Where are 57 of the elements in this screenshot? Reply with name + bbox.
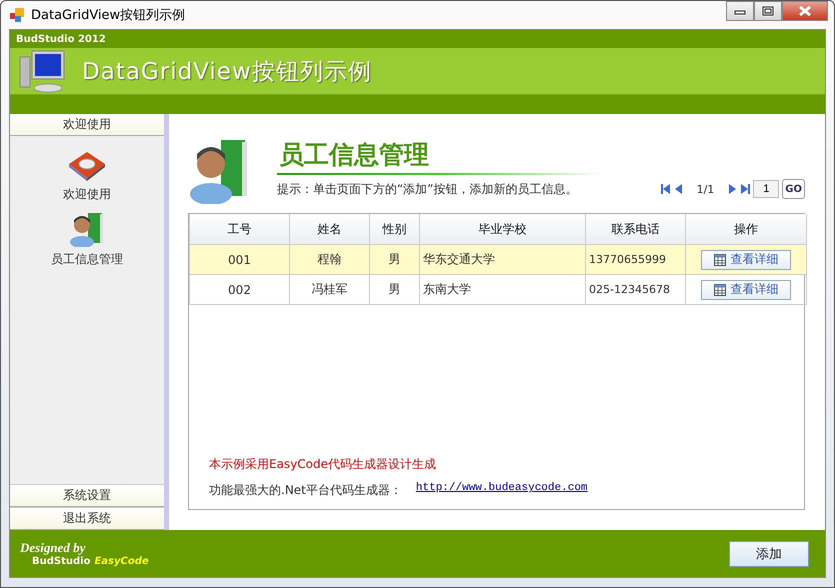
- first-page-button[interactable]: [660, 183, 671, 195]
- table-cell: 东南大学: [420, 274, 586, 304]
- next-page-button[interactable]: [727, 183, 738, 195]
- nav-item[interactable]: 员工信息管理: [51, 251, 123, 268]
- mouse-pad-icon: [67, 150, 107, 182]
- add-button[interactable]: 添加: [729, 540, 809, 566]
- section-header[interactable]: 系统设置: [10, 484, 164, 507]
- page-indicator: 1/1: [696, 182, 714, 196]
- column-header: 毕业学校: [420, 214, 586, 244]
- product-label: EasyCode: [94, 556, 149, 567]
- table-cell: 程翰: [290, 244, 370, 274]
- close-icon: [799, 6, 811, 16]
- previous-page-button[interactable]: [674, 183, 684, 195]
- table-icon: [714, 254, 726, 266]
- previous-page-icon: [674, 183, 684, 195]
- table-cell: 华东交通大学: [420, 244, 586, 274]
- table-icon: [714, 284, 726, 296]
- column-header: 操作: [686, 214, 806, 244]
- table-cell: 冯桂军: [290, 274, 370, 304]
- next-page-icon: [727, 183, 738, 195]
- page-input[interactable]: 1: [753, 180, 780, 198]
- table-cell: 002: [190, 274, 290, 304]
- go-button[interactable]: GO: [782, 179, 805, 199]
- person-with-book-icon: [189, 138, 249, 204]
- nav-item[interactable]: 欢迎使用: [63, 186, 111, 203]
- view-details-button[interactable]: 查看详细: [701, 280, 791, 300]
- section-header[interactable]: 欢迎使用: [10, 114, 164, 136]
- last-page-button[interactable]: [740, 183, 750, 195]
- maximize-icon: [762, 6, 774, 16]
- table-cell: 男: [370, 274, 420, 304]
- app-title: DataGridView按钮列示例: [82, 58, 372, 86]
- table-cell: 025-12345678: [586, 274, 686, 304]
- credit-text: 功能最强大的.Net平台代码生成器：: [209, 482, 402, 499]
- hint-text: 提示：单击页面下方的“添加”按钮，添加新的员工信息。: [277, 180, 578, 198]
- brand-label: BudStudio: [32, 556, 90, 567]
- close-button[interactable]: [782, 1, 828, 21]
- table-cell: 男: [370, 244, 420, 274]
- app-icon: [9, 7, 25, 23]
- column-header: 姓名: [290, 214, 370, 244]
- designed-by-label: Designed by: [20, 540, 86, 556]
- first-page-icon: [660, 183, 671, 195]
- brand-label: BudStudio 2012: [16, 34, 106, 44]
- column-header: 工号: [190, 214, 290, 244]
- table-cell: 001: [190, 244, 290, 274]
- last-page-icon: [740, 183, 750, 195]
- window-title: DataGridView按钮列示例: [31, 7, 186, 24]
- view-details-button[interactable]: 查看详细: [701, 250, 791, 270]
- maximize-button[interactable]: [754, 1, 782, 21]
- website-link[interactable]: http://www.budeasycode.com: [416, 482, 588, 499]
- section-title: 员工信息管理: [278, 139, 430, 170]
- minimize-button[interactable]: [726, 1, 754, 21]
- column-header: 联系电话: [586, 214, 686, 244]
- column-header: 性别: [370, 214, 420, 244]
- table-cell: 13770655999: [586, 244, 686, 274]
- person-with-book-icon: [68, 211, 106, 247]
- section-header[interactable]: 退出系统: [10, 507, 164, 530]
- notice-text: 本示例采用EasyCode代码生成器设计生成: [209, 456, 438, 473]
